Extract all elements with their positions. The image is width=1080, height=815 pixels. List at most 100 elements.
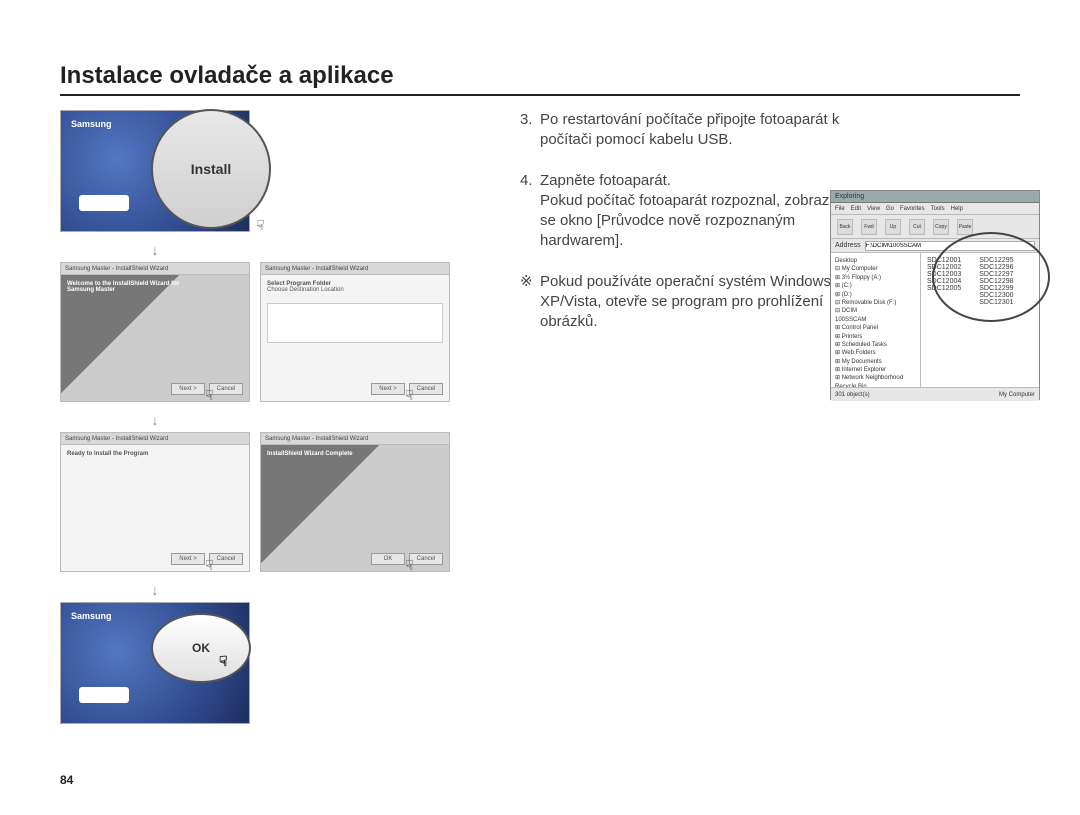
step-3: 3. Po restartování počítače připojte fot…	[520, 110, 840, 151]
next-button: Next >	[171, 383, 205, 395]
address-input	[865, 241, 1035, 251]
cursor-icon: ☟	[205, 557, 219, 573]
install-flow-column: Samsung Install ☟ ↓ Samsung Master - Ins…	[60, 110, 460, 728]
menu-favorites: Favorites	[900, 206, 925, 212]
wizard-ready-screen: Samsung Master - InstallShield Wizard Re…	[60, 432, 250, 572]
file-item: SDC12299	[979, 285, 1013, 292]
tree-item: ⊞ (C:)	[835, 282, 916, 290]
up-icon: Up	[885, 219, 901, 235]
menu-file: File	[835, 206, 845, 212]
menu-edit: Edit	[851, 206, 861, 212]
wizard-complete-screen: Samsung Master - InstallShield Wizard In…	[260, 432, 450, 572]
brand-label: Samsung	[71, 611, 112, 621]
cursor-icon: ☟	[205, 387, 219, 403]
page-title: Instalace ovladače a aplikace	[60, 62, 394, 90]
explorer-menubar: File Edit View Go Favorites Tools Help	[831, 203, 1039, 215]
status-right: My Computer	[999, 392, 1035, 398]
tree-item: ⊞ Control Panel	[835, 324, 916, 332]
cursor-icon: ☟	[405, 387, 419, 403]
tree-item: Desktop	[835, 257, 916, 265]
tree-item: 100SSCAM	[835, 316, 916, 324]
file-item: SDC12301	[979, 299, 1013, 306]
wizard-folder-sub: Choose Destination Location	[267, 287, 443, 293]
status-left: 301 object(s)	[835, 392, 870, 398]
arrow-down-icon: ↓	[60, 576, 250, 602]
explorer-address-bar: Address	[831, 239, 1039, 253]
explorer-tree: Desktop ⊟ My Computer ⊞ 3½ Floppy (A:) ⊞…	[831, 253, 921, 387]
menu-view: View	[867, 206, 880, 212]
ok-button-small	[79, 687, 129, 703]
title-rule	[60, 94, 1020, 96]
copy-icon: Copy	[933, 219, 949, 235]
wizard-titlebar: Samsung Master - InstallShield Wizard	[61, 433, 249, 445]
explorer-titlebar: Exploring	[831, 191, 1039, 203]
tree-item: ⊟ Removable Disk (F:)	[835, 299, 916, 307]
file-item: SDC12296	[979, 264, 1013, 271]
note-text: Pokud používáte operační systém Windows …	[540, 272, 840, 333]
file-item: SDC12003	[927, 271, 961, 278]
file-item: SDC12298	[979, 278, 1013, 285]
install-bubble-label: Install	[191, 161, 231, 177]
arrow-down-icon: ↓	[60, 236, 250, 262]
page-number: 84	[60, 773, 73, 787]
note: ※ Pokud používáte operační systém Window…	[520, 272, 840, 333]
install-button-small	[79, 195, 129, 211]
file-item: SDC12002	[927, 264, 961, 271]
cursor-icon: ☟	[405, 557, 419, 573]
explorer-statusbar: 301 object(s) My Computer	[831, 387, 1039, 401]
wizard-complete-heading: InstallShield Wizard Complete	[267, 451, 443, 457]
wizard-welcome-screen: Samsung Master - InstallShield Wizard We…	[60, 262, 250, 402]
forward-icon: Fwd	[861, 219, 877, 235]
wizard-ready-heading: Ready to Install the Program	[67, 451, 243, 457]
tree-item: ⊞ 3½ Floppy (A:)	[835, 274, 916, 282]
file-item: SDC12295	[979, 257, 1013, 264]
menu-go: Go	[886, 206, 894, 212]
ok-bubble-label: OK	[192, 641, 210, 655]
install-screen-ok: Samsung OK ☟	[60, 602, 250, 724]
cut-icon: Cut	[909, 219, 925, 235]
note-symbol: ※	[520, 272, 540, 333]
step-4-number: 4.	[520, 171, 540, 252]
wizard-welcome-line2: Samsung Master	[67, 287, 243, 293]
tree-item: ⊞ My Documents	[835, 358, 916, 366]
next-button: Next >	[171, 553, 205, 565]
step-4-heading: Zapněte fotoaparát.	[540, 171, 840, 191]
tree-item: ⊞ Scheduled Tasks	[835, 341, 916, 349]
tree-item: ⊞ (D:)	[835, 291, 916, 299]
install-screen-1: Samsung Install ☟	[60, 110, 250, 232]
back-icon: Back	[837, 219, 853, 235]
tree-item: ⊞ Web Folders	[835, 349, 916, 357]
step-4: 4. Zapněte fotoaparát. Pokud počítač fot…	[520, 171, 840, 252]
explorer-file-list: SDC12001 SDC12002 SDC12003 SDC12004 SDC1…	[921, 253, 1039, 387]
tree-item: ⊟ My Computer	[835, 265, 916, 273]
step-3-number: 3.	[520, 110, 540, 151]
cursor-icon: ☟	[219, 653, 233, 669]
tree-item: ⊞ Network Neighborhood	[835, 374, 916, 382]
brand-label: Samsung	[71, 119, 112, 129]
wizard-titlebar: Samsung Master - InstallShield Wizard	[61, 263, 249, 275]
wizard-folder-screen: Samsung Master - InstallShield Wizard Se…	[260, 262, 450, 402]
cursor-icon: ☟	[256, 217, 270, 233]
tree-item: ⊞ Printers	[835, 333, 916, 341]
paste-icon: Paste	[957, 219, 973, 235]
tree-item: Recycle Bin	[835, 383, 916, 387]
wizard-titlebar: Samsung Master - InstallShield Wizard	[261, 433, 449, 445]
step-3-text: Po restartování počítače připojte fotoap…	[540, 110, 840, 151]
explorer-window: Exploring File Edit View Go Favorites To…	[830, 190, 1040, 400]
install-bubble: Install	[151, 109, 271, 229]
arrow-down-icon: ↓	[60, 406, 250, 432]
file-item: SDC12297	[979, 271, 1013, 278]
address-label: Address	[835, 242, 861, 249]
menu-tools: Tools	[931, 206, 945, 212]
ok-button: OK	[371, 553, 405, 565]
instructions-column: 3. Po restartování počítače připojte fot…	[520, 110, 840, 332]
explorer-toolbar: Back Fwd Up Cut Copy Paste	[831, 215, 1039, 239]
wizard-titlebar: Samsung Master - InstallShield Wizard	[261, 263, 449, 275]
ok-bubble: OK ☟	[151, 613, 251, 683]
file-item: SDC12001	[927, 257, 961, 264]
step-4-body: Pokud počítač fotoaparát rozpoznal, zobr…	[540, 191, 840, 252]
file-item: SDC12004	[927, 278, 961, 285]
file-item: SDC12300	[979, 292, 1013, 299]
tree-item: ⊟ DCIM	[835, 307, 916, 315]
tree-item: ⊞ Internet Explorer	[835, 366, 916, 374]
